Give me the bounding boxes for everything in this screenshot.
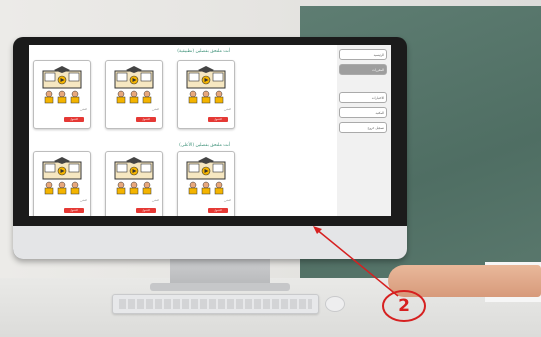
annotation-overlay xyxy=(313,226,426,322)
annotation-arrow xyxy=(315,228,399,297)
step-number-label: 2 xyxy=(398,296,410,316)
photo-scene: أنت ملتحق بفصلين (تطبيقية) المقرر الدخول… xyxy=(0,0,541,337)
